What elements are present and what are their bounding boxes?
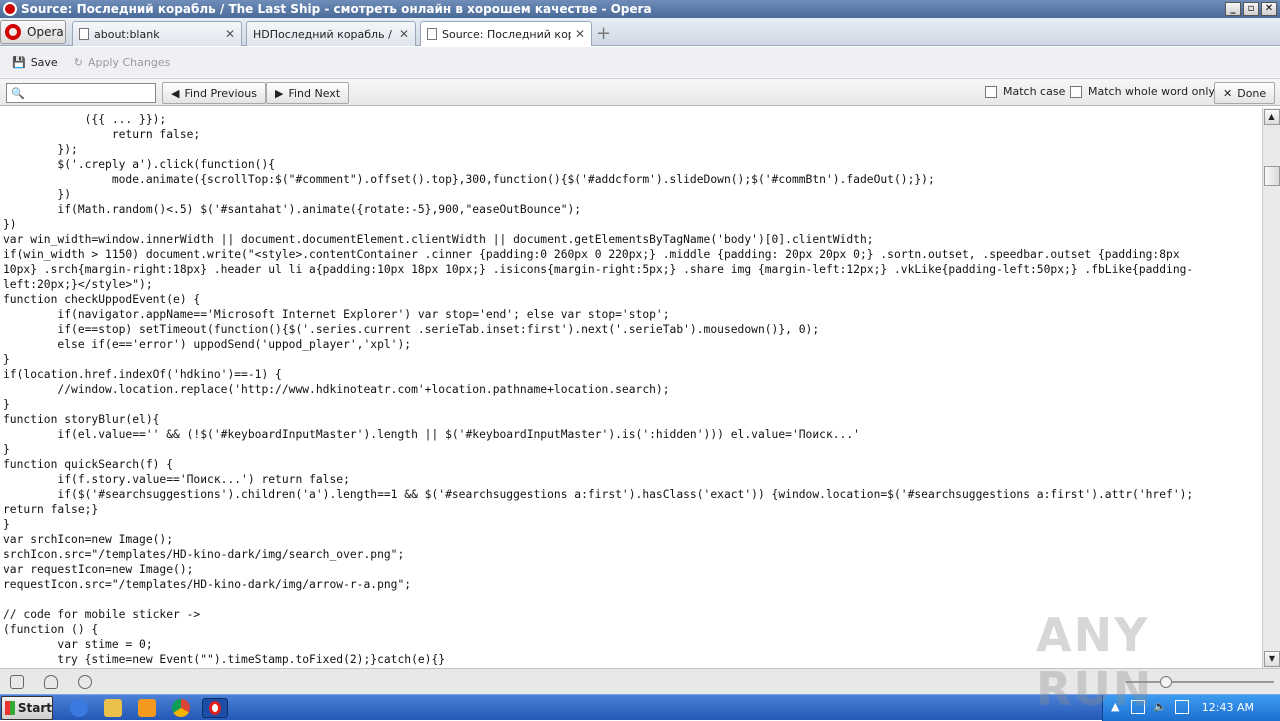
source-line: if(win_width > 1150) document.write("<st…: [3, 248, 1180, 261]
source-line: function checkUppodEvent(e) {: [3, 293, 201, 306]
chrome-icon[interactable]: [172, 699, 190, 717]
source-line: var requestIcon=new Image();: [3, 563, 194, 576]
tab-about-blank[interactable]: about:blank ✕: [72, 21, 242, 46]
tab-label: HDПоследний корабль / T...: [253, 27, 395, 41]
source-line: if($('#searchsuggestions').children('a')…: [3, 488, 1194, 501]
source-line: var win_width=window.innerWidth || docum…: [3, 233, 874, 246]
match-case-label: Match case: [1003, 85, 1066, 98]
match-whole-word-checkbox[interactable]: Match whole word only: [1070, 85, 1215, 98]
scroll-thumb[interactable]: [1264, 166, 1280, 186]
maximize-button[interactable]: ▫: [1243, 2, 1259, 16]
media-player-icon[interactable]: [138, 699, 156, 717]
match-case-checkbox[interactable]: Match case: [985, 85, 1065, 98]
source-line: }: [3, 443, 10, 456]
tab-last-ship-page[interactable]: HDПоследний корабль / T... ✕: [246, 21, 416, 46]
done-button[interactable]: ✕ Done: [1214, 82, 1276, 104]
source-line: }): [3, 188, 72, 201]
close-tab-icon[interactable]: ✕: [575, 27, 585, 41]
source-line: if(el.value=='' && (!$('#keyboardInputMa…: [3, 428, 860, 441]
find-next-button[interactable]: ▶ Find Next: [266, 82, 350, 104]
done-label: Done: [1237, 86, 1267, 100]
opera-logo-icon: [5, 24, 21, 40]
source-line: left:20px;}</style>");: [3, 278, 153, 291]
close-button[interactable]: ✕: [1261, 2, 1277, 16]
opera-menu-label: Opera: [27, 25, 64, 39]
find-input[interactable]: [30, 86, 151, 100]
cloud-icon[interactable]: [44, 675, 58, 689]
source-line: function quickSearch(f) {: [3, 458, 174, 471]
match-whole-word-label: Match whole word only: [1088, 85, 1215, 98]
windows-logo-icon: [5, 701, 15, 715]
tab-label: about:blank: [94, 27, 160, 41]
find-next-label: Find Next: [288, 86, 341, 100]
source-line: return false;}: [3, 503, 99, 516]
window-title: Source: Последний корабль / The Last Shi…: [21, 2, 652, 16]
checkbox-box[interactable]: [985, 85, 997, 98]
start-button[interactable]: Start: [1, 696, 53, 720]
close-icon: ✕: [1223, 86, 1233, 100]
source-line: else if(e=='error') uppodSend('uppod_pla…: [3, 338, 412, 351]
folder-icon[interactable]: [104, 699, 122, 717]
arrow-left-icon: ◀: [171, 86, 180, 100]
source-line: if(Math.random()<.5) $('#santahat').anim…: [3, 203, 582, 216]
save-icon: 💾: [12, 55, 26, 69]
source-line: //window.location.replace('http://www.hd…: [3, 383, 670, 396]
source-line: ({{ ... }});: [3, 113, 167, 126]
new-tab-button[interactable]: +: [596, 23, 611, 44]
find-previous-button[interactable]: ◀ Find Previous: [162, 82, 266, 104]
source-line: if(location.href.indexOf('hdkino')==-1) …: [3, 368, 282, 381]
find-previous-label: Find Previous: [184, 86, 257, 100]
source-line: if(e==stop) setTimeout(function(){$('.se…: [3, 323, 820, 336]
apply-changes-label: Apply Changes: [87, 55, 171, 69]
start-label: Start: [17, 701, 52, 715]
source-line: 10px} .srch{margin-right:18px} .header u…: [3, 263, 1194, 276]
arrow-right-icon: ▶: [275, 86, 284, 100]
page-icon: [427, 28, 437, 40]
scroll-up-arrow-icon[interactable]: ▲: [1263, 109, 1280, 125]
source-line: }: [3, 398, 10, 411]
source-line: mode.animate({scrollTop:$("#comment").of…: [3, 173, 935, 186]
source-line: }): [3, 218, 17, 231]
source-line: if(f.story.value=='Поиск...') return fal…: [3, 473, 350, 486]
anyrun-watermark: ANY RUN: [1036, 608, 1154, 716]
opera-taskbar-button[interactable]: [202, 698, 228, 718]
source-line: function storyBlur(el){: [3, 413, 160, 426]
checkbox-box[interactable]: [1070, 85, 1082, 98]
panel-toggle-icon[interactable]: [10, 675, 24, 689]
source-toolbar: 💾 Save ↻ Apply Changes: [0, 47, 1280, 77]
apply-changes-button[interactable]: ↻ Apply Changes: [74, 56, 171, 69]
close-tab-icon[interactable]: ✕: [225, 27, 235, 41]
opera-app-icon: [3, 2, 17, 16]
source-line: requestIcon.src="/templates/HD-kino-dark…: [3, 578, 412, 591]
tab-bar: Opera about:blank ✕ HDПоследний корабль …: [0, 18, 1280, 46]
opera-logo-icon: [209, 701, 221, 715]
source-line: }: [3, 518, 10, 531]
search-icon: 🔍: [11, 86, 25, 100]
vertical-scrollbar[interactable]: ▲ ▼: [1262, 108, 1280, 668]
find-input-box[interactable]: 🔍: [6, 83, 156, 103]
minimize-button[interactable]: _: [1225, 2, 1241, 16]
source-line: }: [3, 353, 10, 366]
source-line: if(navigator.appName=='Microsoft Interne…: [3, 308, 670, 321]
apply-changes-icon: ↻: [73, 55, 83, 69]
tab-source-active[interactable]: Source: Последний кор... ✕: [420, 21, 592, 46]
save-label: Save: [30, 55, 58, 69]
tab-label: Source: Последний кор...: [442, 27, 571, 41]
source-line: $('.creply a').click(function(){: [3, 158, 276, 171]
page-icon: [79, 28, 89, 40]
window-controls: _ ▫ ✕: [1225, 2, 1277, 16]
speed-dial-icon[interactable]: [78, 675, 92, 689]
close-tab-icon[interactable]: ✕: [399, 27, 409, 41]
window-titlebar: Source: Последний корабль / The Last Shi…: [0, 0, 1280, 18]
source-code-view[interactable]: ({{ ... }}); return false; }); $('.crepl…: [0, 108, 1262, 668]
find-bar: 🔍 ◀ Find Previous ▶ Find Next Match case…: [0, 78, 1280, 106]
source-line: var srchIcon=new Image();: [3, 533, 174, 546]
save-button[interactable]: 💾 Save: [12, 56, 58, 69]
source-line: [3, 592, 1262, 607]
source-line: return false;: [3, 128, 201, 141]
opera-menu-button[interactable]: Opera: [0, 20, 66, 44]
source-line: });: [3, 143, 78, 156]
source-line: srchIcon.src="/templates/HD-kino-dark/im…: [3, 548, 405, 561]
internet-explorer-icon[interactable]: [70, 699, 88, 717]
